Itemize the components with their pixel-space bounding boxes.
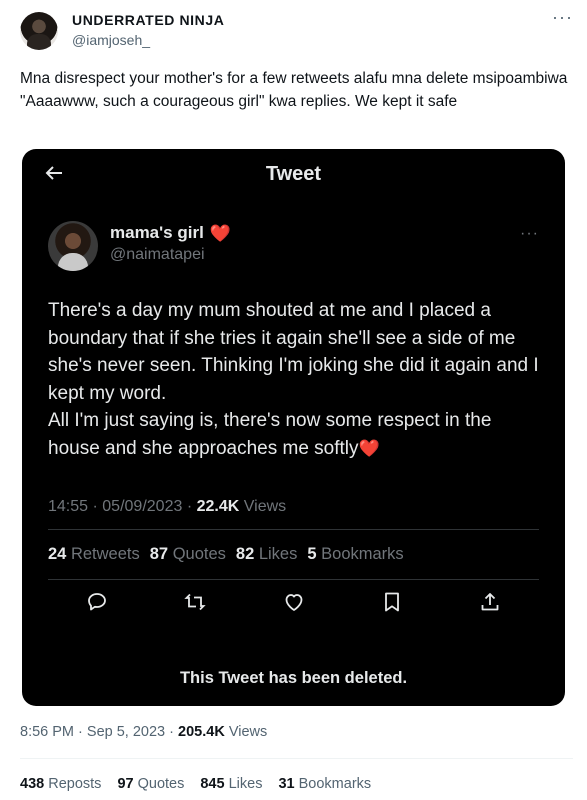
bookmarks-stat[interactable]: 31 Bookmarks	[278, 776, 371, 792]
bookmarks-label: Bookmarks	[321, 545, 404, 563]
share-icon[interactable]	[477, 589, 503, 615]
separator: ·	[186, 498, 193, 515]
tweet-date[interactable]: Sep 5, 2023	[87, 724, 165, 740]
author-name-text: mama's girl	[110, 223, 204, 242]
author-name[interactable]: UNDERRATED NINJA	[72, 12, 224, 28]
likes-stat[interactable]: 845 Likes	[200, 776, 262, 792]
author-name[interactable]: mama's girl ❤️	[110, 223, 231, 243]
likes-count: 82	[235, 545, 255, 563]
tweet-meta: 14:55 · 05/09/2023 · 22.4K Views	[48, 498, 286, 516]
bookmark-icon[interactable]	[379, 589, 405, 615]
bookmarks-stat[interactable]: 5 Bookmarks	[307, 545, 403, 564]
retweets-count: 24	[48, 545, 67, 563]
outer-tweet-header: UNDERRATED NINJA @iamjoseh_ ···	[20, 8, 573, 52]
separator: ·	[78, 724, 83, 740]
views-count: 22.4K	[196, 498, 240, 515]
separator: ·	[169, 724, 174, 740]
engagement-stats: 24 Retweets 87 Quotes 82 Likes 5 Bookmar…	[48, 545, 404, 564]
quotes-stat[interactable]: 97 Quotes	[117, 776, 184, 792]
page-title: Tweet	[265, 163, 322, 185]
avatar[interactable]	[20, 12, 58, 50]
tweet-text: Mna disrespect your mother's for a few r…	[20, 70, 568, 110]
retweets-label: Retweets	[70, 545, 140, 563]
card-header: Tweet	[22, 149, 565, 201]
heart-emoji-icon: ❤️	[209, 223, 231, 243]
more-options-icon[interactable]: ···	[520, 226, 539, 242]
divider	[48, 579, 539, 580]
tweet-text-body: There's a day my mum shouted at me and I…	[48, 300, 539, 459]
bookmarks-count: 5	[307, 545, 317, 563]
quotes-stat[interactable]: 87 Quotes	[150, 545, 226, 564]
views-count: 205.4K	[178, 724, 225, 740]
tweet-time[interactable]: 8:56 PM	[20, 724, 74, 740]
likes-label: Likes	[258, 545, 298, 563]
likes-count: 845	[200, 776, 225, 792]
tweet-date[interactable]: 05/09/2023	[102, 498, 182, 515]
quotes-count: 87	[149, 545, 169, 563]
reply-icon[interactable]	[84, 589, 110, 615]
tweet-text: There's a day my mum shouted at me and I…	[48, 297, 543, 462]
divider	[48, 529, 539, 530]
engagement-stats: 438 Reposts 97 Quotes 845 Likes 31 Bookm…	[20, 776, 371, 792]
heart-emoji-icon: ❤️	[358, 438, 380, 458]
likes-label: Likes	[228, 776, 263, 792]
deleted-notice: This Tweet has been deleted.	[179, 669, 408, 687]
retweet-icon[interactable]	[182, 589, 208, 615]
bookmarks-label: Bookmarks	[298, 776, 372, 792]
avatar[interactable]	[48, 221, 98, 271]
divider	[20, 758, 573, 759]
retweets-stat[interactable]: 24 Retweets	[48, 545, 140, 564]
bookmarks-count: 31	[278, 776, 295, 792]
views-label: Views	[243, 498, 287, 515]
views-label: Views	[228, 724, 268, 740]
author-handle[interactable]: @naimatapei	[110, 246, 205, 264]
tweet-meta: 8:56 PM · Sep 5, 2023 · 205.4K Views	[20, 724, 267, 740]
tweet-time[interactable]: 14:55	[48, 498, 88, 515]
quotes-count: 97	[117, 776, 134, 792]
reposts-label: Reposts	[48, 776, 102, 792]
more-options-icon[interactable]: ···	[552, 8, 573, 26]
reposts-stat[interactable]: 438 Reposts	[20, 776, 101, 792]
quotes-label: Quotes	[172, 545, 226, 563]
action-bar	[48, 589, 539, 623]
embedded-tweet-card: Tweet mama's girl ❤️ @naimatapei ··· The…	[22, 149, 565, 706]
quotes-label: Quotes	[137, 776, 185, 792]
author-handle[interactable]: @iamjoseh_	[72, 32, 150, 48]
reposts-count: 438	[20, 776, 45, 792]
like-icon[interactable]	[281, 589, 307, 615]
likes-stat[interactable]: 82 Likes	[236, 545, 297, 564]
separator: ·	[92, 498, 98, 515]
